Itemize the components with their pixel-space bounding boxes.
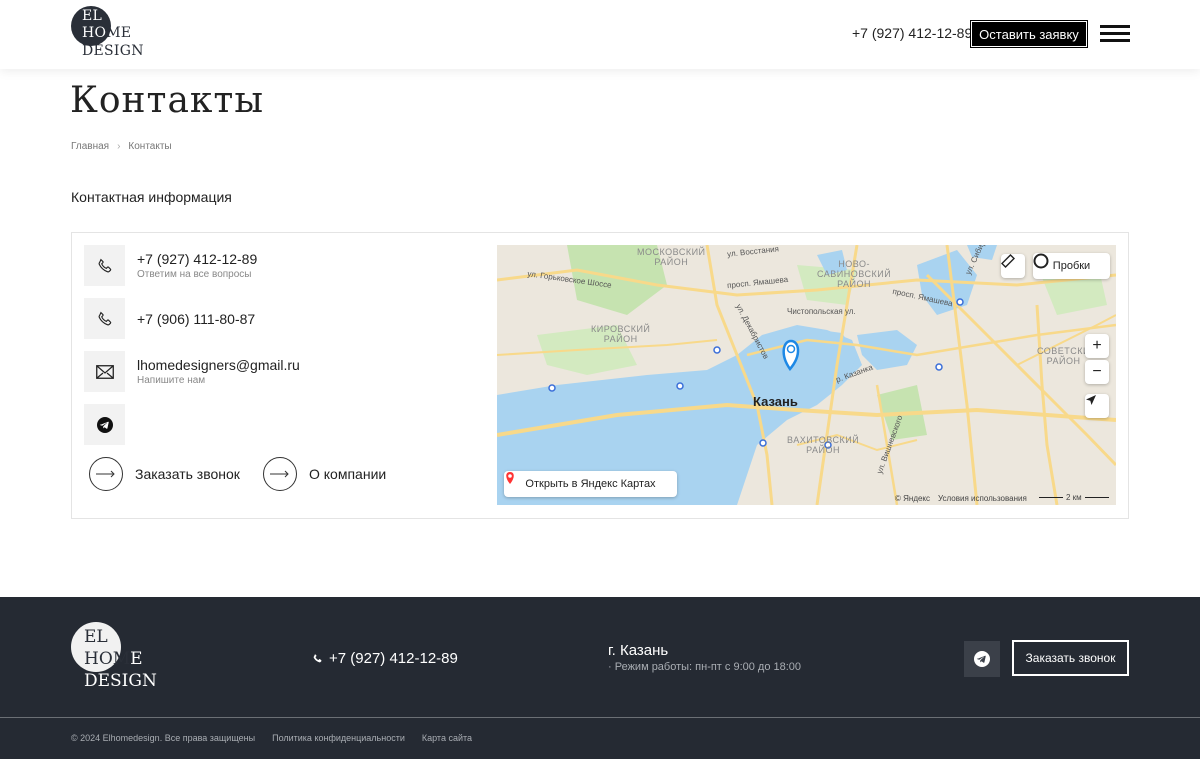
privacy-policy-link[interactable]: Политика конфиденциальности: [272, 733, 405, 743]
logo[interactable]: EL HOME DESIGN: [70, 6, 144, 62]
contact-card: +7 (927) 412-12-89 Ответим на все вопрос…: [71, 232, 1129, 519]
sitemap-link[interactable]: Карта сайта: [422, 733, 472, 743]
map-scale: 2 км: [1039, 493, 1109, 502]
site-header: EL HOME DESIGN +7 (927) 412-12-89 Остави…: [0, 0, 1200, 69]
logo-line-1: EL: [82, 8, 103, 24]
phone-icon: [84, 298, 125, 339]
leave-request-button[interactable]: Оставить заявку: [970, 20, 1088, 48]
contact-email-note: Напишите нам: [137, 375, 206, 386]
breadcrumb: Главная › Контакты: [71, 141, 172, 152]
contact-row-phone-2: +7 (906) 111-80-87: [84, 298, 255, 339]
footer-logo-line-1: EL: [84, 627, 108, 647]
footer-copyright: © 2024 Elhomedesign. Все права защищены: [71, 733, 256, 743]
order-call-link[interactable]: Заказать звонок: [89, 457, 240, 491]
footer-logo-line-3: DESIGN: [84, 671, 157, 691]
contact-email[interactable]: lhomedesigners@gmail.ru: [137, 357, 300, 373]
footer-phone-label: +7 (927) 412-12-89: [329, 650, 458, 667]
ruler-icon[interactable]: [1001, 254, 1025, 278]
telegram-icon[interactable]: [84, 404, 125, 445]
logo-line-3: DESIGN: [82, 43, 144, 59]
map-street-chistopolskaya: Чистопольская ул.: [787, 307, 856, 316]
footer-bottom-links: © 2024 Elhomedesign. Все права защищены …: [71, 733, 472, 743]
header-phone-link[interactable]: +7 (927) 412-12-89: [852, 25, 972, 41]
map-district-kirovsky: КИРОВСКИЙ РАЙОН: [591, 324, 651, 344]
footer-logo-line-2b: E: [130, 649, 143, 669]
breadcrumb-current: Контакты: [128, 141, 172, 152]
footer-city: г. Казань: [608, 642, 669, 659]
mail-icon: [84, 351, 125, 392]
contact-phone-2[interactable]: +7 (906) 111-80-87: [137, 311, 255, 327]
traffic-label: Пробки: [1052, 260, 1091, 272]
map-district-moskovsky: МОСКОВСКИЙ РАЙОН: [637, 247, 706, 267]
map-district-sovetsky: СОВЕТСКИ РАЙОН: [1037, 346, 1091, 366]
contact-phone-1[interactable]: +7 (927) 412-12-89: [137, 251, 257, 267]
order-call-label: Заказать звонок: [135, 466, 240, 482]
chevron-right-icon: ›: [117, 141, 121, 152]
footer-logo-line-2a: HOM: [84, 649, 131, 669]
map-terms-link[interactable]: Условия использования: [938, 494, 1027, 503]
logo-line-2: HOME: [82, 25, 131, 42]
phone-icon: [313, 654, 322, 663]
contact-row-telegram: [84, 404, 125, 445]
footer-working-hours: · Режим работы: пн-пт с 9:00 до 18:00: [608, 661, 802, 673]
zoom-in-button[interactable]: +: [1085, 334, 1109, 358]
yandex-map[interactable]: МОСКОВСКИЙ РАЙОН НОВО- САВИНОВСКИЙ РАЙОН…: [497, 245, 1116, 505]
traffic-icon: [1033, 253, 1049, 269]
logo-line-2b: ME: [106, 25, 132, 41]
map-district-vakhitovsky: ВАХИТОВСКИЙ РАЙОН: [787, 435, 860, 455]
footer-logo-line-2: HOME: [84, 648, 143, 670]
contact-row-email: lhomedesigners@gmail.ru Напишите нам: [84, 351, 300, 392]
contact-row-phone-1: +7 (927) 412-12-89 Ответим на все вопрос…: [84, 245, 257, 286]
telegram-icon[interactable]: [964, 641, 1000, 677]
traffic-button[interactable]: Пробки: [1033, 253, 1110, 279]
contact-phone-1-note: Ответим на все вопросы: [137, 269, 252, 280]
open-in-yandex-maps-button[interactable]: Открыть в Яндекс Картах: [504, 471, 677, 497]
phone-icon: [84, 245, 125, 286]
map-copyright: © Яндекс: [895, 494, 931, 503]
site-footer: EL HOME DESIGN +7 (927) 412-12-89 г. Каз…: [0, 597, 1200, 759]
menu-icon[interactable]: [1100, 25, 1130, 43]
map-city-label: Казань: [753, 394, 798, 409]
arrow-right-icon: [89, 457, 123, 491]
map-marker-icon: [506, 472, 514, 484]
section-title: Контактная информация: [71, 189, 232, 205]
about-company-link[interactable]: О компании: [263, 457, 386, 491]
map-district-novo: НОВО- САВИНОВСКИЙ РАЙОН: [817, 259, 892, 289]
page-title: Контакты: [70, 80, 264, 121]
footer-phone-link[interactable]: +7 (927) 412-12-89: [312, 650, 458, 667]
about-company-label: О компании: [309, 466, 387, 482]
map-scale-label: 2 км: [1066, 493, 1082, 502]
geolocation-icon[interactable]: [1085, 394, 1109, 418]
footer-divider: [0, 717, 1200, 718]
arrow-right-icon: [263, 457, 297, 491]
open-in-yandex-maps-label: Открыть в Яндекс Картах: [525, 478, 656, 490]
footer-order-call-button[interactable]: Заказать звонок: [1012, 640, 1129, 676]
breadcrumb-home[interactable]: Главная: [71, 141, 109, 152]
zoom-out-button[interactable]: −: [1085, 360, 1109, 384]
logo-line-2a: HO: [82, 25, 107, 41]
footer-logo[interactable]: EL HOME DESIGN: [70, 622, 160, 692]
